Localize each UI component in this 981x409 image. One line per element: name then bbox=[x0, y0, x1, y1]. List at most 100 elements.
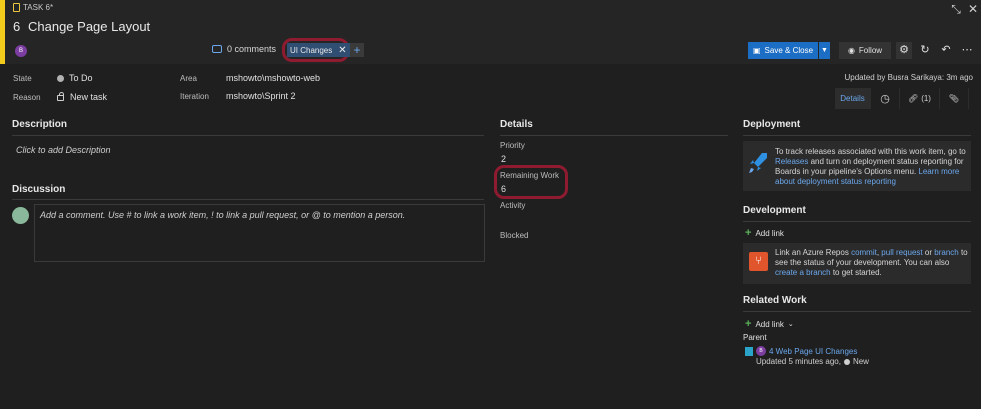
create-branch-link[interactable]: create a branch bbox=[775, 268, 831, 277]
parent-label: Parent bbox=[743, 333, 767, 342]
related-work-title: Related Work bbox=[743, 295, 807, 306]
reason-label: Reason bbox=[13, 93, 41, 102]
comments-count: 0 comments bbox=[227, 44, 277, 54]
work-item-color-bar bbox=[0, 0, 5, 64]
tab-attachments[interactable]: 📎︎ bbox=[940, 88, 969, 109]
collapse-icon[interactable]: ⤡ bbox=[949, 2, 963, 16]
eye-icon: ◉ bbox=[847, 46, 855, 55]
deployment-divider bbox=[743, 135, 971, 136]
refresh-icon[interactable]: ↻ bbox=[917, 42, 933, 59]
follow-label: Follow bbox=[858, 46, 883, 55]
git-branch-icon: ⑂ bbox=[749, 252, 768, 271]
state-field[interactable]: To Do bbox=[57, 73, 93, 83]
iteration-field[interactable]: mshowto\Sprint 2 bbox=[226, 91, 296, 101]
tab-history[interactable]: ◷ bbox=[871, 88, 900, 109]
plus-icon: + bbox=[745, 227, 752, 239]
parent-meta: Updated 5 minutes ago, New bbox=[756, 357, 869, 366]
tag-ui-changes[interactable]: UI Changes ✕ bbox=[287, 43, 350, 57]
comments-link[interactable]: 0 comments bbox=[212, 44, 276, 54]
deployment-text-1: To track releases associated with this w… bbox=[775, 147, 966, 156]
save-icon: ▣ bbox=[752, 46, 761, 55]
reason-value: New task bbox=[70, 92, 108, 102]
deployment-title: Deployment bbox=[743, 119, 801, 130]
discussion-title: Discussion bbox=[12, 184, 66, 195]
related-work-divider bbox=[743, 311, 971, 312]
comment-placeholder: Add a comment. Use # to link a work item… bbox=[40, 210, 406, 220]
development-text-to: to bbox=[960, 248, 968, 257]
undo-icon[interactable]: ↶ bbox=[938, 42, 954, 59]
blocked-label: Blocked bbox=[500, 231, 529, 240]
priority-field[interactable]: 2 bbox=[501, 154, 506, 164]
user-story-icon bbox=[745, 346, 753, 356]
parent-updated: Updated 5 minutes ago, bbox=[756, 357, 841, 366]
remove-tag-icon[interactable]: ✕ bbox=[338, 45, 346, 56]
follow-button[interactable]: ◉ Follow bbox=[839, 42, 891, 59]
related-add-link[interactable]: + Add link ⌄ bbox=[745, 318, 794, 330]
tab-links[interactable]: 🔗︎ (1) bbox=[900, 88, 940, 109]
pull-request-link[interactable]: pull request bbox=[881, 248, 922, 257]
description-divider bbox=[12, 135, 484, 136]
add-tag-button[interactable]: + bbox=[350, 43, 364, 57]
state-dot-icon bbox=[57, 75, 64, 82]
save-dropdown-button[interactable]: ▼ bbox=[819, 42, 830, 59]
rocket-icon bbox=[749, 153, 767, 173]
state-value: To Do bbox=[69, 73, 93, 83]
chevron-down-icon: ⌄ bbox=[787, 321, 794, 328]
priority-label: Priority bbox=[500, 141, 525, 150]
work-item-type-label: TASK 6* bbox=[23, 3, 54, 12]
area-field[interactable]: mshowto\mshowto-web bbox=[226, 73, 320, 83]
parent-item-link[interactable]: 4 Web Page UI Changes bbox=[769, 347, 857, 356]
activity-label: Activity bbox=[500, 201, 526, 210]
deployment-text-2: and turn on deployment status reporting … bbox=[810, 157, 964, 166]
save-close-button[interactable]: ▣ Save & Close bbox=[748, 42, 818, 59]
development-text-2: see the status of your development. You … bbox=[775, 258, 950, 267]
tag-label: UI Changes bbox=[290, 45, 333, 55]
development-divider bbox=[743, 221, 971, 222]
assigned-avatar[interactable]: B bbox=[15, 45, 27, 57]
remaining-work-field[interactable]: 6 bbox=[501, 184, 506, 194]
parent-item[interactable]: B 4 Web Page UI Changes bbox=[745, 346, 857, 356]
history-icon: ◷ bbox=[880, 93, 890, 105]
development-text: Link an Azure Repos commit, pull request… bbox=[775, 248, 968, 277]
close-icon[interactable]: ✕ bbox=[966, 2, 980, 16]
task-icon bbox=[13, 3, 20, 12]
comment-icon bbox=[212, 45, 222, 53]
updated-by[interactable]: Updated by Busra Sarikaya: 3m ago bbox=[844, 73, 973, 82]
deployment-text: To track releases associated with this w… bbox=[775, 147, 969, 187]
tab-details[interactable]: Details bbox=[835, 88, 871, 109]
tab-strip: Details ◷ 🔗︎ (1) 📎︎ bbox=[835, 88, 969, 109]
gear-icon[interactable]: ⚙ bbox=[896, 42, 912, 59]
state-label: State bbox=[13, 74, 32, 83]
related-add-link-label: Add link bbox=[755, 319, 784, 329]
attachment-icon: 📎︎ bbox=[948, 94, 960, 103]
development-add-link[interactable]: + Add link bbox=[745, 227, 784, 239]
about-deployment-link[interactable]: about deployment status reporting bbox=[775, 177, 896, 186]
details-divider bbox=[500, 135, 728, 136]
work-item-type: TASK 6* bbox=[13, 3, 53, 12]
reason-field[interactable]: New task bbox=[57, 92, 107, 102]
development-add-link-label: Add link bbox=[755, 228, 784, 238]
more-actions-icon[interactable]: ⋯ bbox=[959, 42, 975, 59]
work-item-id: 6 bbox=[13, 19, 21, 34]
deployment-text-3: Boards in your pipeline's Options menu. bbox=[775, 167, 917, 176]
development-text-3: to get started. bbox=[832, 268, 882, 277]
learn-more-link[interactable]: Learn more bbox=[918, 167, 959, 176]
development-title: Development bbox=[743, 205, 806, 216]
work-item-title[interactable]: Change Page Layout bbox=[28, 19, 150, 34]
branch-link[interactable]: branch bbox=[934, 248, 958, 257]
lock-icon bbox=[57, 92, 64, 101]
commit-link[interactable]: commit bbox=[851, 248, 877, 257]
development-text-or: or bbox=[924, 248, 933, 257]
links-count: (1) bbox=[921, 94, 931, 103]
activity-field[interactable] bbox=[500, 212, 620, 224]
area-label: Area bbox=[180, 74, 197, 83]
save-label: Save & Close bbox=[764, 46, 814, 55]
remaining-work-label: Remaining Work bbox=[500, 171, 559, 180]
releases-link[interactable]: Releases bbox=[775, 157, 808, 166]
user-avatar bbox=[12, 207, 29, 224]
blocked-field[interactable] bbox=[500, 242, 620, 254]
iteration-label: Iteration bbox=[180, 92, 209, 101]
plus-icon: + bbox=[745, 318, 752, 330]
description-editor[interactable]: Click to add Description bbox=[16, 145, 111, 155]
description-title: Description bbox=[12, 119, 68, 130]
